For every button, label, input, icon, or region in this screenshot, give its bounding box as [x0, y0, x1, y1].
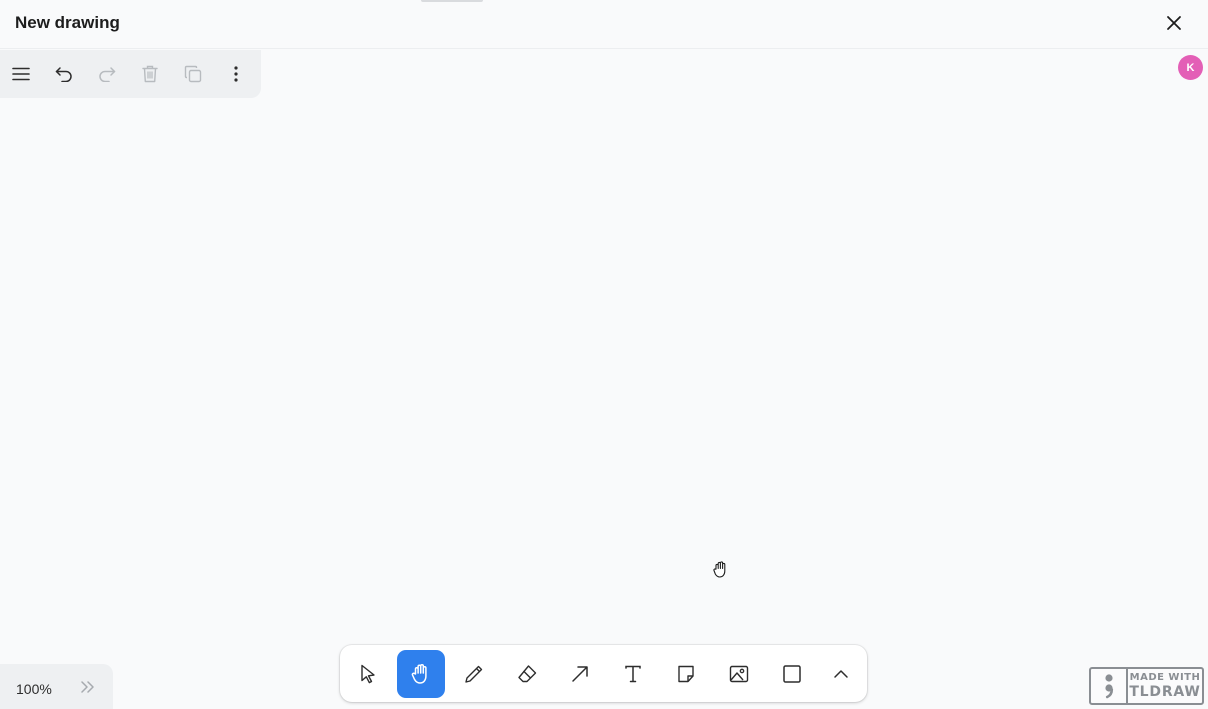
undo-button[interactable]	[42, 50, 85, 98]
zoom-panel: 100%	[0, 664, 113, 709]
drawing-canvas[interactable]	[0, 50, 1208, 709]
redo-icon	[98, 67, 115, 82]
chevron-up-icon	[834, 669, 848, 678]
eraser-tool-button[interactable]	[503, 650, 551, 698]
hamburger-icon	[12, 67, 30, 81]
tldraw-logo-icon	[1104, 674, 1113, 699]
menu-panel	[0, 50, 261, 98]
select-tool-button[interactable]	[344, 650, 392, 698]
top-grip-handle[interactable]	[421, 0, 483, 2]
chevrons-right-icon	[81, 681, 94, 693]
hand-cursor-icon	[713, 561, 726, 578]
close-icon	[1167, 16, 1181, 30]
image-icon	[729, 665, 749, 682]
pointer-icon	[361, 664, 375, 683]
minimap-toggle-button[interactable]	[78, 677, 98, 697]
more-tools-button[interactable]	[821, 650, 861, 698]
zoom-level[interactable]: 100%	[16, 681, 52, 697]
badge-text: MADE WITH TLDRAW	[1128, 669, 1202, 703]
sticky-note-icon	[678, 665, 694, 682]
hand-icon	[411, 663, 427, 684]
duplicate-button[interactable]	[171, 50, 214, 98]
page-title: New drawing	[15, 13, 120, 32]
asset-tool-button[interactable]	[715, 650, 763, 698]
tool-toolbar	[340, 645, 867, 702]
delete-button[interactable]	[128, 50, 171, 98]
main-menu-button[interactable]	[0, 50, 42, 98]
redo-button[interactable]	[85, 50, 128, 98]
arrow-tool-button[interactable]	[556, 650, 604, 698]
badge-line-1: MADE WITH	[1129, 672, 1201, 683]
rectangle-icon	[783, 664, 801, 683]
avatar[interactable]: K	[1178, 55, 1203, 80]
undo-icon	[55, 67, 72, 82]
trash-icon	[141, 65, 158, 83]
text-tool-button[interactable]	[609, 650, 657, 698]
duplicate-icon	[184, 65, 201, 83]
badge-line-2: TLDRAW	[1129, 684, 1201, 700]
text-icon	[625, 665, 641, 682]
draw-tool-button[interactable]	[450, 650, 498, 698]
pencil-icon	[465, 665, 483, 683]
tldraw-logo	[1091, 669, 1128, 703]
more-vertical-icon	[233, 66, 238, 82]
hand-tool-button[interactable]	[397, 649, 445, 698]
arrow-icon	[572, 665, 588, 682]
header: New drawing	[0, 0, 1208, 49]
more-actions-button[interactable]	[214, 50, 257, 98]
rectangle-tool-button[interactable]	[768, 650, 816, 698]
note-tool-button[interactable]	[662, 650, 710, 698]
made-with-tldraw-badge[interactable]: MADE WITH TLDRAW	[1089, 667, 1204, 705]
eraser-icon	[518, 664, 537, 682]
close-button[interactable]	[1162, 11, 1186, 35]
